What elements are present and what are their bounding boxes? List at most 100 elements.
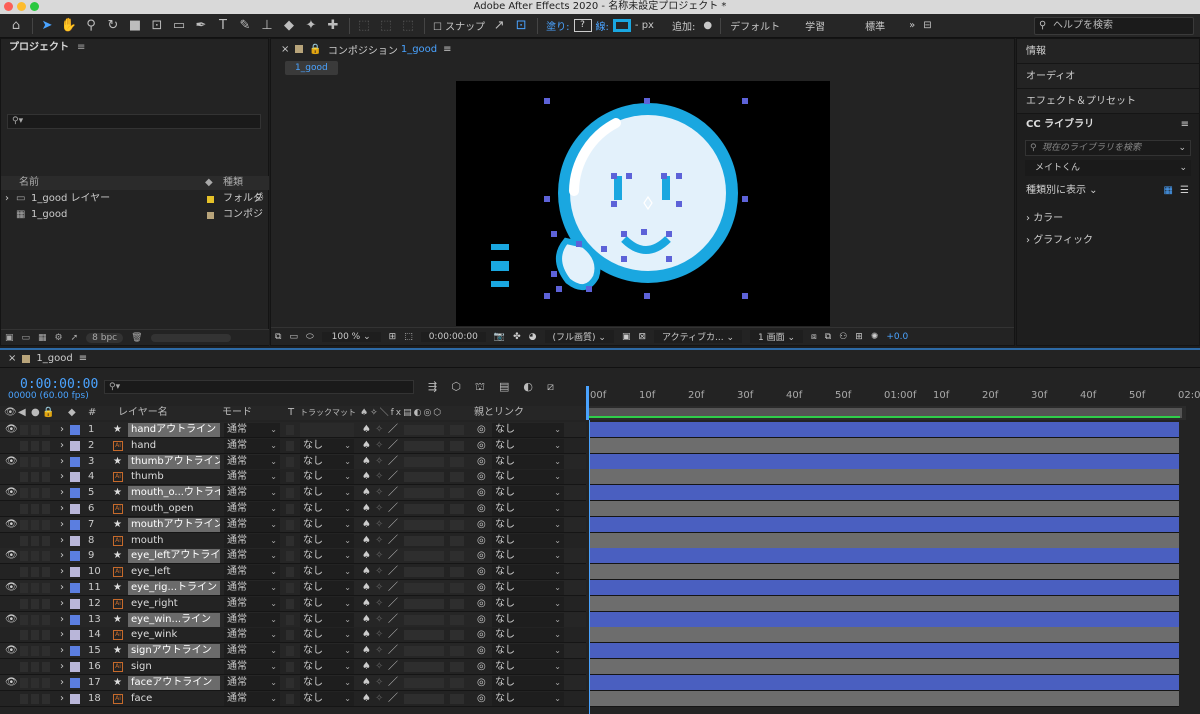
stroke-width[interactable]: - px: [635, 20, 654, 31]
effect-switches[interactable]: [404, 677, 444, 688]
layer-row[interactable]: › 6 Ai mouth_open 通常 ⌄ なし ⌄ ♠ ✧ ／ ◎ なし ⌄: [0, 501, 586, 517]
region-of-interest-icon[interactable]: ⊞: [389, 332, 397, 342]
preserve-transparency-toggle[interactable]: [286, 488, 294, 499]
expand-arrow-icon[interactable]: ›: [60, 659, 64, 675]
effect-switches[interactable]: [404, 425, 444, 435]
audio-panel-tab[interactable]: オーディオ: [1017, 64, 1199, 89]
audio-toggle[interactable]: [20, 504, 28, 514]
collapse-switch-icon[interactable]: ✧: [375, 501, 383, 517]
shy-switch-icon[interactable]: ♠: [362, 422, 371, 438]
monitor-icon[interactable]: ▭: [289, 332, 298, 342]
solo-toggle[interactable]: [31, 519, 39, 530]
bit-depth-button[interactable]: 8 bpc: [86, 332, 124, 343]
label-tag-icon[interactable]: ◆: [205, 176, 213, 190]
axis-view-icon[interactable]: ⬚: [398, 16, 418, 36]
fast-preview-icon[interactable]: ▣: [622, 332, 631, 342]
lock-toggle[interactable]: [42, 535, 50, 546]
fill-swatch[interactable]: ?: [573, 19, 592, 32]
preserve-transparency-toggle[interactable]: [286, 472, 294, 483]
3d-layer-toggle[interactable]: [450, 646, 464, 657]
quality-switch-icon[interactable]: ／: [388, 485, 398, 501]
shy-switch-icon[interactable]: ♠: [362, 691, 371, 707]
layer-row[interactable]: 👁 › 5 ★ mouth_o...ウトライン通常⌄ なし⌄ ♠✧ ／ ◎ なし⌄: [0, 485, 586, 502]
audio-toggle[interactable]: [20, 630, 28, 641]
3d-layer-toggle[interactable]: [450, 504, 464, 514]
layer-name[interactable]: eye_leftアウトライン: [128, 549, 220, 564]
layer-label-color[interactable]: [70, 693, 80, 704]
parent-select[interactable]: なし ⌄: [492, 612, 564, 627]
collapse-switch-icon[interactable]: ✧: [375, 533, 383, 549]
lock-toggle[interactable]: [42, 646, 50, 657]
lock-toggle[interactable]: [42, 440, 50, 451]
3d-layer-toggle[interactable]: [450, 614, 464, 625]
lock-toggle[interactable]: [42, 614, 50, 625]
camera-tool-icon[interactable]: ■: [125, 16, 145, 36]
expand-arrow-icon[interactable]: ›: [60, 627, 64, 643]
solo-toggle[interactable]: [31, 551, 39, 562]
layer-row[interactable]: › 18 Ai face 通常 ⌄ なし ⌄ ♠ ✧ ／ ◎ なし ⌄: [0, 690, 586, 707]
blend-mode-select[interactable]: 通常 ⌄: [224, 691, 280, 706]
expand-arrow-icon[interactable]: ›: [60, 454, 64, 470]
layer-label-color[interactable]: [70, 614, 80, 625]
new-folder-icon[interactable]: ▭: [22, 333, 31, 343]
snap-option-icon[interactable]: ↗: [489, 16, 509, 36]
solo-toggle[interactable]: [31, 630, 39, 641]
blend-mode-select[interactable]: 通常 ⌄: [224, 438, 280, 453]
preserve-transparency-toggle[interactable]: [286, 504, 294, 514]
layer-label-color[interactable]: [70, 472, 80, 483]
parent-select[interactable]: なし ⌄: [492, 486, 564, 501]
pickwhip-icon[interactable]: ◎: [477, 422, 486, 438]
interpret-footage-icon[interactable]: ▣: [5, 333, 14, 343]
quality-switch-icon[interactable]: ／: [388, 469, 398, 485]
preserve-transparency-toggle[interactable]: [286, 693, 294, 704]
library-select[interactable]: メイトくん ⌄: [1025, 160, 1191, 176]
col-layer-name[interactable]: レイヤー名: [118, 406, 168, 420]
eye-icon[interactable]: 👁: [5, 548, 18, 564]
preserve-transparency-toggle[interactable]: [286, 614, 294, 625]
audio-toggle[interactable]: [20, 551, 28, 562]
parent-select[interactable]: なし ⌄: [492, 581, 564, 595]
layer-name[interactable]: handアウトライン: [128, 423, 220, 437]
motion-blur-icon[interactable]: ◐: [523, 380, 533, 395]
layer-name[interactable]: signアウトライン: [128, 644, 220, 659]
composition-viewer[interactable]: [456, 81, 830, 326]
composition-breadcrumb[interactable]: 1_good: [285, 61, 338, 75]
lock-toggle[interactable]: [42, 425, 50, 435]
solo-toggle[interactable]: [31, 535, 39, 546]
footage-layer-bar[interactable]: [589, 469, 1179, 486]
shy-switch-icon[interactable]: ♠: [362, 501, 371, 517]
preserve-transparency-toggle[interactable]: [286, 646, 294, 657]
solo-toggle[interactable]: [31, 456, 39, 467]
workspace-overflow-icon[interactable]: »: [909, 20, 915, 31]
eye-icon[interactable]: 👁: [5, 485, 18, 501]
3d-layer-toggle[interactable]: [450, 598, 464, 609]
effect-switches[interactable]: [404, 630, 444, 641]
blend-mode-select[interactable]: 通常 ⌄: [224, 565, 280, 580]
layer-row[interactable]: 👁 › 9 ★ eye_leftアウトライン通常⌄ なし⌄ ♠✧ ／ ◎ なし⌄: [0, 548, 586, 565]
preserve-transparency-toggle[interactable]: [286, 567, 294, 578]
quality-switch-icon[interactable]: ／: [388, 691, 398, 707]
color-channel-icon[interactable]: ◕: [529, 332, 537, 342]
delete-icon[interactable]: 🗑: [131, 333, 142, 343]
pickwhip-icon[interactable]: ◎: [477, 469, 486, 485]
shape-layer-bar[interactable]: [589, 611, 1179, 628]
collapse-switch-icon[interactable]: ✧: [375, 454, 383, 470]
home-icon[interactable]: ⌂: [6, 16, 26, 36]
blend-mode-select[interactable]: 通常 ⌄: [224, 549, 280, 564]
track-matte-select[interactable]: なし ⌄: [300, 644, 354, 659]
track-matte-select[interactable]: なし ⌄: [300, 533, 354, 548]
audio-toggle[interactable]: [20, 677, 28, 688]
collapse-switch-icon[interactable]: ✧: [375, 485, 383, 501]
layer-row[interactable]: 👁 › 7 ★ mouthアウトライン 通常 ⌄ なし ⌄ ♠ ✧ ／ ◎ なし ⌄: [0, 516, 586, 533]
layer-row[interactable]: 👁 › 13 ★ eye_win...ライン 通常 ⌄ なし ⌄ ♠ ✧ ／ ◎ なし ⌄: [0, 611, 586, 628]
transparency-grid-icon[interactable]: ⊠: [638, 332, 646, 342]
parent-select[interactable]: なし ⌄: [492, 675, 564, 690]
footage-layer-bar[interactable]: [589, 595, 1179, 612]
collapse-switch-icon[interactable]: ✧: [375, 643, 383, 659]
layer-name[interactable]: mouth: [128, 534, 220, 548]
3d-layer-toggle[interactable]: [450, 583, 464, 593]
layer-row[interactable]: › 10 Ai eye_left 通常 ⌄ なし ⌄ ♠ ✧ ／ ◎ なし ⌄: [0, 564, 586, 581]
layer-label-color[interactable]: [70, 630, 80, 641]
expand-arrow-icon[interactable]: ›: [60, 675, 64, 691]
collapse-switch-icon[interactable]: ✧: [375, 675, 383, 691]
